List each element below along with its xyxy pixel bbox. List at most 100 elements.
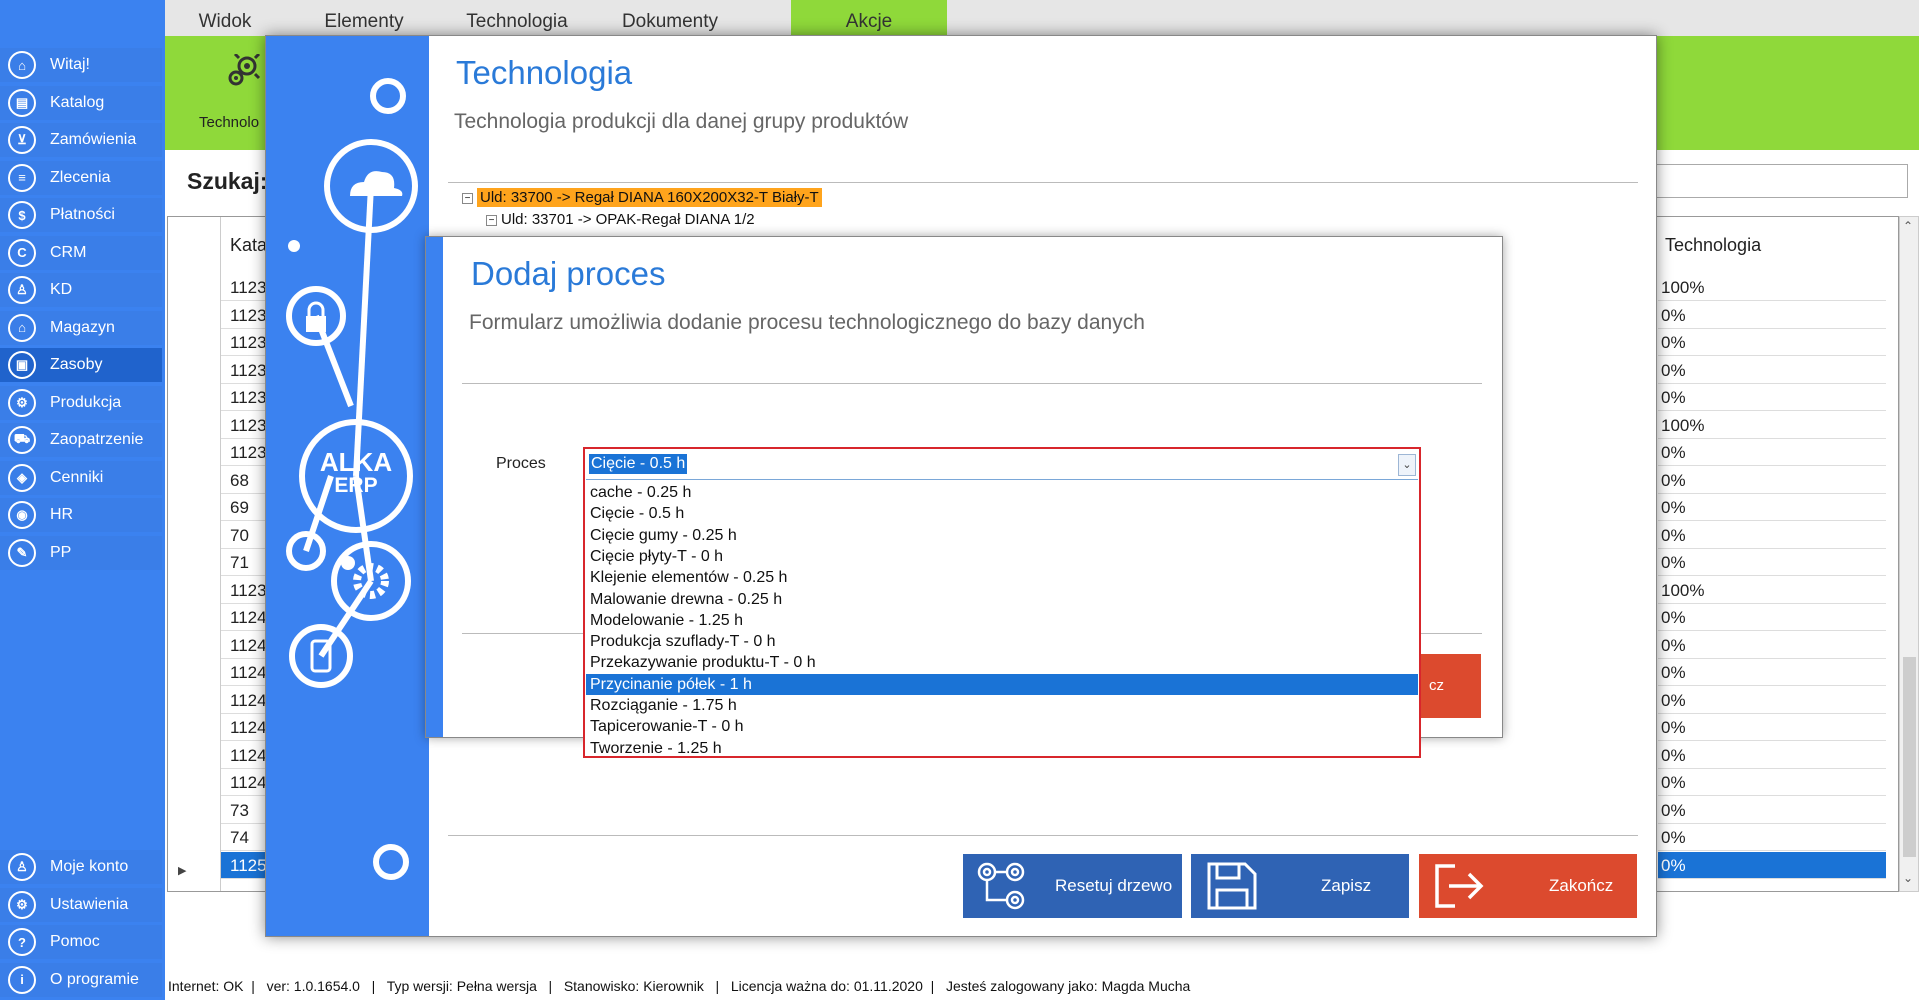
sidebar-item-zasoby[interactable]: ▣ Zasoby: [0, 348, 162, 382]
process-option[interactable]: Malowanie drewna - 0.25 h: [586, 589, 1418, 610]
sidebar-item-pp[interactable]: ✎ PP: [0, 535, 162, 570]
table-cell-technology[interactable]: 0%: [1658, 302, 1886, 329]
sidebar-item-pomoc[interactable]: ? Pomoc: [0, 925, 162, 959]
menu-tab-akcje[interactable]: Akcje: [791, 0, 947, 36]
process-option[interactable]: Modelowanie - 1.25 h: [586, 610, 1418, 631]
alka-erp-logo: ALKA ERP: [319, 447, 393, 497]
add-process-title: Dodaj proces: [471, 255, 666, 292]
sidebar-item-label: Moje konto: [50, 858, 129, 875]
process-option[interactable]: Cięcie gumy - 0.25 h: [586, 525, 1418, 546]
pp-icon: ✎: [8, 538, 36, 567]
tree-collapse-icon[interactable]: −: [486, 215, 497, 226]
menu-tab-technologia[interactable]: Technologia: [443, 0, 591, 36]
finish-label: Zakończ: [1549, 876, 1614, 895]
sidebar-item-cenniki[interactable]: ◈ Cenniki: [0, 460, 162, 495]
scroll-up-icon[interactable]: ⌃: [1903, 219, 1913, 233]
floppy-disk-icon: [1207, 862, 1257, 910]
sidebar-item-o-programie[interactable]: i O programie: [0, 962, 162, 997]
process-option[interactable]: Tapicerowanie-T - 0 h: [586, 716, 1418, 737]
table-cell-technology[interactable]: 0%: [1658, 604, 1886, 631]
sidebar-item-label: Pomoc: [50, 933, 100, 950]
table-cell-technology[interactable]: 100%: [1658, 412, 1886, 439]
table-cell-technology[interactable]: 100%: [1658, 274, 1886, 301]
tree-collapse-icon[interactable]: −: [462, 193, 473, 204]
table-cell-technology[interactable]: 0%: [1658, 714, 1886, 741]
menu-tab-dokumenty[interactable]: Dokumenty: [595, 0, 745, 36]
technology-gears-icon[interactable]: [225, 54, 265, 90]
tree-node-root[interactable]: − Uld: 33700 -> Regał DIANA 160X200X32-T …: [462, 188, 822, 207]
sidebar-item-zamówienia[interactable]: ⊻ Zamówienia: [0, 123, 162, 157]
process-selected-value[interactable]: Cięcie - 0.5 h: [589, 454, 688, 474]
table-cell-technology[interactable]: 0%: [1658, 742, 1886, 769]
tree-node-root-label[interactable]: Uld: 33700 -> Regał DIANA 160X200X32-T B…: [477, 188, 822, 207]
sidebar-item-zaopatrzenie[interactable]: ⛟ Zaopatrzenie: [0, 423, 162, 457]
table-cell-technology[interactable]: 0%: [1658, 467, 1886, 494]
finish-button[interactable]: Zakończ: [1419, 854, 1637, 918]
process-option[interactable]: Cięcie - 0.5 h: [586, 503, 1418, 524]
table-cell-technology[interactable]: 0%: [1658, 357, 1886, 384]
scrollbar-thumb[interactable]: [1903, 657, 1916, 857]
process-option[interactable]: Rozciąganie - 1.75 h: [586, 695, 1418, 716]
sidebar-item-kd[interactable]: ♙ KD: [0, 273, 162, 307]
process-option[interactable]: Klejenie elementów - 0.25 h: [586, 567, 1418, 588]
hr-icon: ◉: [8, 501, 36, 529]
tree-node-child-label[interactable]: Uld: 33701 -> OPAK-Regał DIANA 1/2: [501, 211, 755, 228]
sidebar-item-crm[interactable]: C CRM: [0, 235, 162, 270]
scroll-down-icon[interactable]: ⌄: [1903, 871, 1913, 885]
chevron-down-icon[interactable]: ⌄: [1398, 454, 1416, 476]
process-option[interactable]: Produkcja szuflady-T - 0 h: [586, 631, 1418, 652]
sidebar-item-płatności[interactable]: $ Płatności: [0, 198, 162, 232]
table-cell-technology[interactable]: 0%: [1658, 439, 1886, 466]
table-cell-technology[interactable]: 0%: [1658, 632, 1886, 659]
process-option[interactable]: cache - 0.25 h: [586, 482, 1418, 503]
column-header-technology[interactable]: Technologia: [1665, 235, 1761, 256]
sidebar-item-hr[interactable]: ◉ HR: [0, 498, 162, 532]
table-cell-technology[interactable]: 0%: [1658, 659, 1886, 686]
save-button[interactable]: Zapisz: [1191, 854, 1409, 918]
sidebar-item-moje-konto[interactable]: ♙ Moje konto: [0, 850, 162, 884]
process-option[interactable]: Tworzenie - 1.25 h: [586, 738, 1418, 759]
technologia-subtitle: Technologia produkcji dla danej grupy pr…: [454, 110, 909, 133]
process-option[interactable]: Cięcie płyty-T - 0 h: [586, 546, 1418, 567]
sidebar-item-magazyn[interactable]: ⌂ Magazyn: [0, 310, 162, 345]
table-cell-technology[interactable]: 0%: [1658, 494, 1886, 521]
table-cell-technology[interactable]: 0%: [1658, 522, 1886, 549]
table-cell-technology[interactable]: 0%: [1658, 687, 1886, 714]
table-cell-technology[interactable]: 100%: [1658, 577, 1886, 604]
table-cell-technology[interactable]: 0%: [1658, 824, 1886, 851]
divider: [462, 383, 1482, 384]
sidebar-item-witaj-[interactable]: ⌂ Witaj!: [0, 48, 162, 82]
sidebar-item-ustawienia[interactable]: ⚙ Ustawienia: [0, 887, 162, 922]
sidebar-item-zlecenia[interactable]: ≡ Zlecenia: [0, 160, 162, 195]
ribbon-technology-label[interactable]: Technolo: [199, 114, 259, 131]
menu-tab-widok[interactable]: Widok: [165, 0, 285, 36]
sidebar-item-label: Produkcja: [50, 393, 122, 411]
table-cell-technology[interactable]: 0%: [1658, 797, 1886, 824]
table-cell-technology[interactable]: 0%: [1658, 329, 1886, 356]
tag-icon: ◈: [8, 463, 36, 492]
process-option[interactable]: Przekazywanie produktu-T - 0 h: [586, 652, 1418, 673]
column-header-catalog[interactable]: Kata: [230, 235, 267, 256]
tree-node-child[interactable]: − Uld: 33701 -> OPAK-Regał DIANA 1/2: [486, 211, 755, 228]
sidebar-item-label: HR: [50, 506, 74, 523]
table-cell-technology[interactable]: 0%: [1658, 851, 1886, 879]
table-cell-technology[interactable]: 0%: [1658, 549, 1886, 576]
table-scrollbar[interactable]: ⌃ ⌄: [1899, 216, 1919, 892]
row-selector-arrow-icon: ▶: [178, 865, 187, 877]
search-input[interactable]: [1655, 164, 1908, 198]
process-combobox[interactable]: Cięcie - 0.5 h ⌄ cache - 0.25 h Cięcie - …: [583, 447, 1421, 758]
process-option[interactable]: Przycinanie półek - 1 h: [586, 673, 1418, 695]
table-cell-technology[interactable]: 0%: [1658, 769, 1886, 796]
sidebar-item-katalog[interactable]: ▤ Katalog: [0, 85, 162, 120]
add-process-subtitle: Formularz umożliwia dodanie procesu tech…: [469, 311, 1145, 334]
status-bar: Internet: OK | ver: 1.0.1654.0 | Typ wer…: [168, 978, 1191, 994]
reset-tree-button[interactable]: Resetuj drzewo: [963, 854, 1182, 918]
table-cell-technology[interactable]: 0%: [1658, 384, 1886, 411]
process-combobox-field[interactable]: Cięcie - 0.5 h ⌄: [586, 450, 1418, 480]
sidebar-item-label: Ustawienia: [50, 895, 129, 913]
dialog-action-button[interactable]: cz: [1421, 654, 1481, 718]
menu-tab-elementy[interactable]: Elementy: [290, 0, 438, 36]
user-icon: ♙: [8, 276, 36, 304]
save-label: Zapisz: [1321, 876, 1372, 895]
sidebar-item-produkcja[interactable]: ⚙ Produkcja: [0, 385, 162, 420]
